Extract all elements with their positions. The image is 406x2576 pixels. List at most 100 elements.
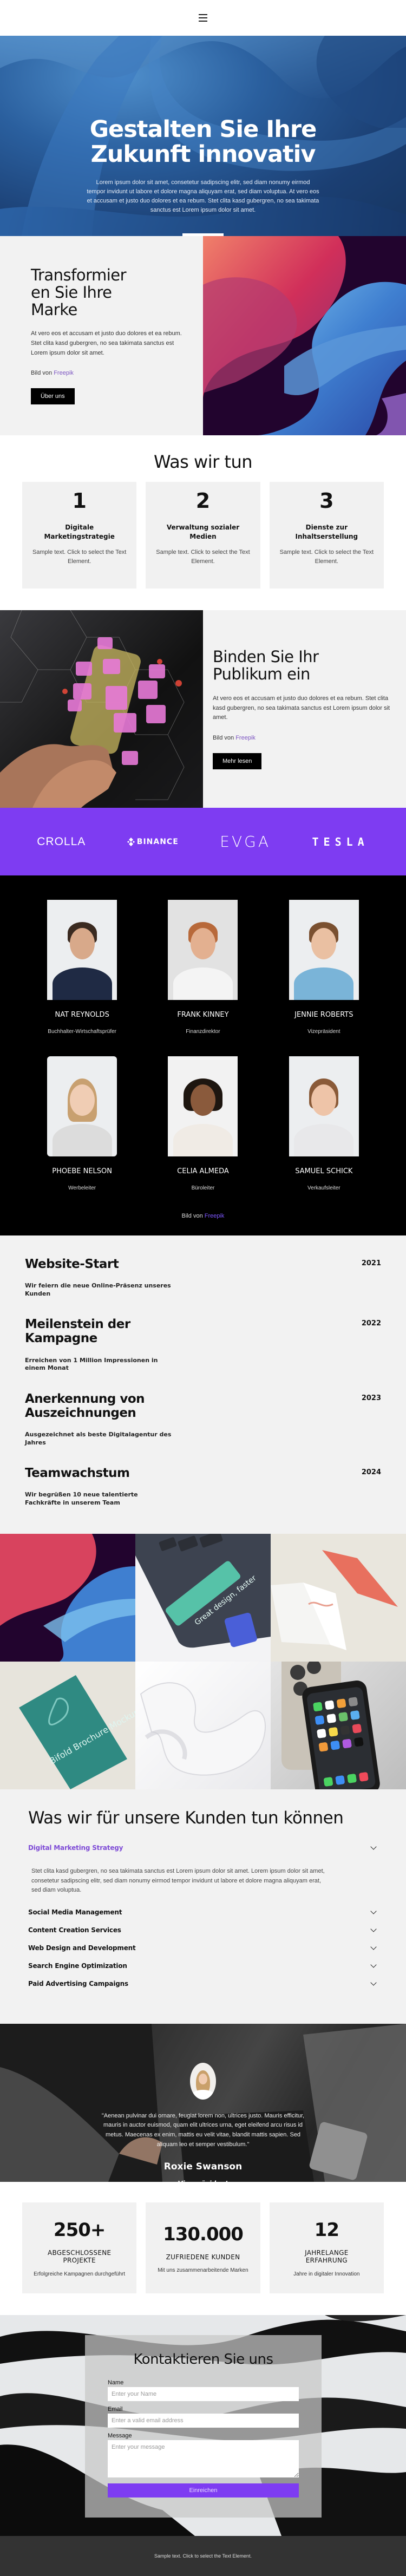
card-number: 2 [195, 489, 211, 513]
member-photo [47, 900, 117, 1000]
email-label: Email [108, 2405, 123, 2412]
chevron-down-icon [370, 1979, 377, 1986]
phone-graphic [281, 1662, 380, 1789]
contact-form: Name Email Message Einreichen [108, 2379, 299, 2497]
timeline-desc: Wir begrüßen 10 neue talentierte Fachkrä… [25, 1491, 138, 1506]
accordion-label: Social Media Management [28, 1908, 122, 1916]
member-role: Büroleiter [191, 1185, 215, 1191]
team-row: PHOEBE NELSON Werbeleiter CELIA ALMEDA B… [0, 1056, 406, 1191]
timeline-desc: Ausgezeichnet als beste Digitalagentur d… [25, 1431, 172, 1446]
stat-card: 130.000 ZUFRIEDENE KUNDEN Mit uns zusamm… [146, 2202, 260, 2293]
accordion-label: Web Design and Development [28, 1944, 136, 1952]
member-photo [168, 1056, 238, 1156]
white-swirl-graphic [140, 1682, 266, 1776]
credit-prefix: Bild von [181, 1213, 203, 1219]
stat-text: Mit uns zusammenarbeitende Marken [158, 2267, 248, 2274]
engage-text-column: Binden Sie Ihr Publikum ein At vero eos … [203, 610, 406, 808]
image-credit: Bild von Freepik [213, 735, 395, 741]
team-row: NAT REYNOLDS Buchhalter-Wirtschaftsprüfe… [0, 900, 406, 1035]
member-photo [168, 900, 238, 1000]
hamburger-menu-icon[interactable] [199, 14, 207, 22]
freepik-link[interactable]: Freepik [205, 1213, 225, 1219]
freepik-link[interactable]: Freepik [235, 735, 256, 741]
brand-text-column: Transformier en Sie Ihre Marke At vero e… [0, 236, 203, 435]
accordion-item-social-media[interactable]: Social Media Management [28, 1908, 378, 1916]
engage-section: Binden Sie Ihr Publikum ein At vero eos … [0, 610, 406, 808]
stat-number: 130.000 [163, 2223, 244, 2245]
timeline-year: 2022 [361, 1319, 381, 1328]
timeline-year: 2023 [361, 1394, 381, 1402]
about-us-button[interactable]: Über uns [31, 388, 75, 405]
testimonial-quote: "Aenean pulvinar dui ornare, feugiat lor… [101, 2112, 305, 2148]
gallery-laptop-sticker-image[interactable]: Great design, faster [135, 1534, 271, 1662]
member-role: Verkaufsleiter [307, 1185, 340, 1191]
message-textarea[interactable] [108, 2440, 299, 2477]
team-member: NAT REYNOLDS Buchhalter-Wirtschaftsprüfe… [39, 900, 126, 1035]
team-member: SAMUEL SCHICK Verkaufsleiter [280, 1056, 367, 1191]
freepik-link[interactable]: Freepik [54, 370, 74, 376]
member-photo [289, 1056, 359, 1156]
timeline-desc: Erreichen von 1 Million Impressionen in … [25, 1356, 158, 1372]
hero-text: Lorem ipsum dolor sit amet, consetetur s… [87, 179, 319, 214]
image-credit: Bild von Freepik [31, 370, 192, 376]
accordion-label: Search Engine Optimization [28, 1962, 127, 1970]
member-name: PHOEBE NELSON [52, 1167, 113, 1175]
brand-title: Transformier en Sie Ihre Marke [31, 265, 192, 319]
gallery-swirl-image[interactable] [0, 1534, 135, 1662]
email-input[interactable] [108, 2413, 299, 2428]
team-member: PHOEBE NELSON Werbeleiter [39, 1056, 126, 1191]
timeline-section: Website-Start Wir feiern die neue Online… [0, 1235, 406, 1534]
timeline-title: Website-Start [25, 1257, 119, 1271]
service-cards: 1 Digitale Marketingstrategie Sample tex… [22, 482, 384, 589]
timeline-item: Teamwachstum Wir begrüßen 10 neue talent… [25, 1466, 381, 1507]
stats-section: 250+ ABGESCHLOSSENE PROJEKTE Erfolgreich… [0, 2181, 406, 2315]
card-text: Sample text. Click to select the Text El… [279, 548, 374, 565]
member-photo [47, 1056, 117, 1156]
accordion-item-web-design[interactable]: Web Design and Development [28, 1944, 378, 1952]
timeline-year: 2021 [361, 1259, 381, 1267]
accordion-item-digital-marketing[interactable]: Digital Marketing Strategy [28, 1843, 378, 1852]
accordion-label: Paid Advertising Campaigns [28, 1979, 128, 1987]
logo-tesla: TESLA [312, 835, 369, 848]
timeline-title: Teamwachstum [25, 1466, 130, 1480]
gallery-phone-image[interactable] [271, 1662, 406, 1789]
logo-crolla: CROLLA [37, 835, 86, 848]
chevron-down-icon [370, 1908, 377, 1914]
hero-title-line1: Gestalten Sie Ihre [89, 116, 317, 143]
gallery-brochure-image[interactable]: Bifold Brochure Mockup [0, 1662, 135, 1789]
contact-form-box: Kontaktieren Sie uns Name Email Message … [85, 2335, 322, 2518]
card-title: Digitale Marketingstrategie [44, 524, 115, 540]
brand-title-line: Transformier [31, 265, 127, 284]
read-more-button[interactable]: Mehr lesen [213, 753, 262, 769]
stat-number: 250+ [53, 2219, 106, 2241]
stat-text: Jahre in digitaler Innovation [293, 2271, 360, 2277]
brand-image [203, 236, 406, 435]
brand-title-line: Marke [31, 300, 77, 319]
name-input[interactable] [108, 2387, 299, 2401]
member-name: FRANK KINNEY [177, 1011, 229, 1019]
stat-label: ABGESCHLOSSENE PROJEKTE [47, 2248, 112, 2265]
member-role: Vizepräsident [307, 1029, 340, 1035]
image-gallery: Great design, faster Bifold Brochure Moc… [0, 1534, 406, 1789]
accordion-content: Stet clita kasd gubergren, no sea takima… [31, 1868, 325, 1894]
engage-image [0, 610, 203, 808]
accordion-item-paid-advertising[interactable]: Paid Advertising Campaigns [28, 1979, 378, 1987]
accordion-item-content-creation[interactable]: Content Creation Services [28, 1926, 378, 1934]
timeline-item: Website-Start Wir feiern die neue Online… [25, 1257, 381, 1298]
card-number: 3 [319, 489, 334, 513]
swirl-graphic [0, 1534, 135, 1662]
team-section: NAT REYNOLDS Buchhalter-Wirtschaftsprüfe… [0, 875, 406, 1235]
what-we-do-section: Was wir tun 1 Digitale Marketingstrategi… [0, 435, 406, 610]
accordion-item-seo[interactable]: Search Engine Optimization [28, 1962, 378, 1970]
hero-title-line2: Zukunft innovativ [90, 141, 316, 168]
team-member: JENNIE ROBERTS Vizepräsident [280, 900, 367, 1035]
timeline-desc: Wir feiern die neue Online-Präsenz unser… [25, 1282, 171, 1297]
submit-button[interactable]: Einreichen [108, 2483, 299, 2497]
testimonial-avatar [190, 2062, 216, 2100]
gallery-greeting-card-image[interactable] [271, 1534, 406, 1662]
name-label: Name [108, 2379, 124, 2386]
gallery-white-swirl-image[interactable] [135, 1662, 271, 1789]
message-label: Message [108, 2432, 132, 2439]
laptop-sticker-graphic: Great design, faster [135, 1534, 271, 1648]
brand-section: Transformier en Sie Ihre Marke At vero e… [0, 236, 406, 435]
